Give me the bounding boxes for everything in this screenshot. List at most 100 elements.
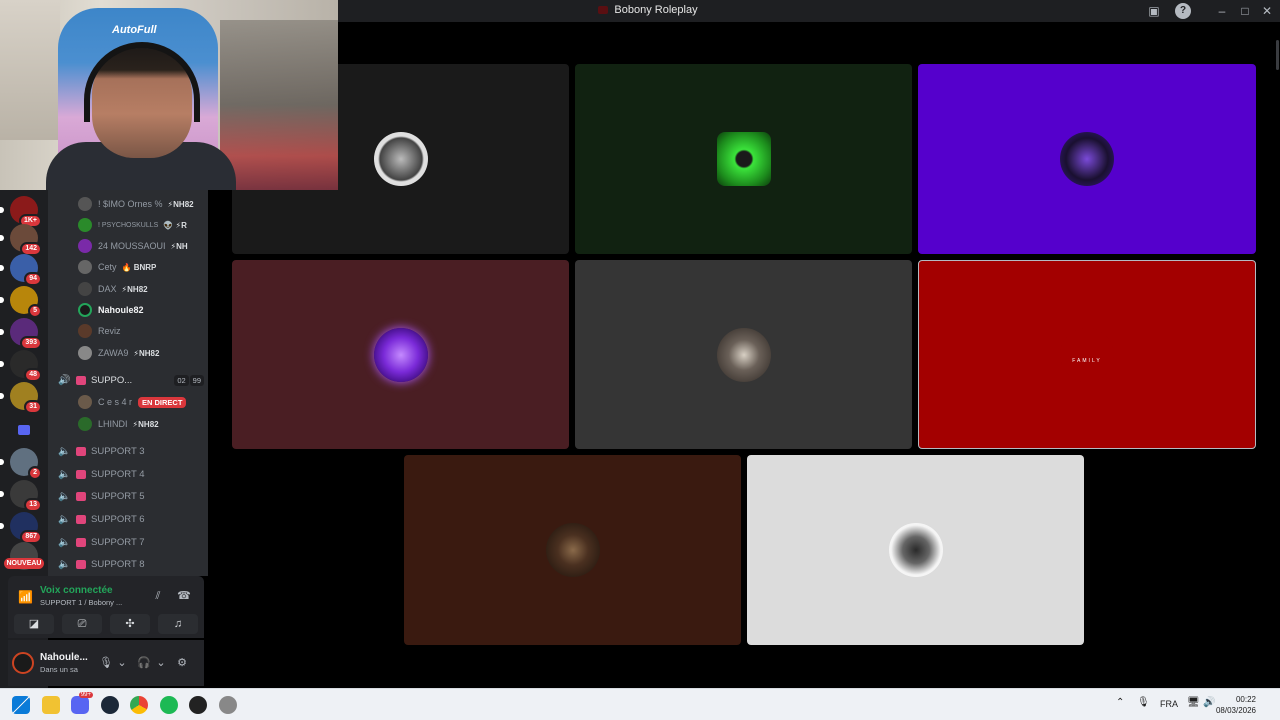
user-name[interactable]: Nahoule... [40, 652, 88, 663]
voice-channel-active[interactable]: 🔊 SUPPO... 02 99 [58, 369, 204, 391]
microphone-icon[interactable]: 🎙 [1137, 697, 1150, 708]
member-tag: ⚡NH82 [133, 348, 160, 358]
start-button[interactable] [12, 696, 30, 714]
avatar[interactable] [12, 652, 34, 674]
network-icon[interactable]: 🖥 [1187, 697, 1200, 708]
avatar [78, 282, 92, 296]
channel-emoji-icon [76, 491, 86, 501]
participant-avatar [1060, 132, 1114, 186]
unread-badge: 94 [24, 272, 42, 286]
server-icon[interactable]: 1K+ [0, 196, 42, 228]
video-tile[interactable] [232, 260, 569, 449]
volume-icon[interactable]: 🔊 [1203, 697, 1215, 708]
maximize-button[interactable]: □ [1237, 3, 1253, 19]
server-icon[interactable]: 48 [0, 350, 42, 382]
member-item[interactable]: Reviz [78, 321, 121, 341]
video-tile[interactable] [404, 455, 741, 645]
speaker-icon: 🔈 [58, 536, 71, 548]
channel-emoji-icon [76, 559, 86, 569]
voice-channel[interactable]: 🔈 SUPPORT 6 [58, 508, 204, 530]
member-item[interactable]: ZAWA9 ⚡NH82 [78, 343, 159, 363]
member-item[interactable]: 24 MOUSSAOUI ⚡NH [78, 236, 188, 256]
video-tile-selected[interactable]: FAMILY [918, 260, 1256, 449]
avatar [78, 346, 92, 360]
chevron-up-icon[interactable]: ⌃ [1116, 697, 1124, 708]
microphone-icon[interactable]: 🎙 [98, 655, 114, 671]
chevron-down-icon[interactable]: ⌄ [153, 655, 169, 671]
member-name: C e s 4 r [98, 397, 133, 407]
video-tile[interactable] [918, 64, 1256, 254]
file-explorer-icon[interactable] [42, 696, 60, 714]
user-limit-max: 99 [189, 374, 204, 386]
member-tag: ⚡NH82 [167, 199, 194, 209]
server-icon[interactable]: 31 [0, 382, 42, 414]
signal-icon[interactable]: 📶 [18, 590, 33, 604]
headphones-icon[interactable]: 🎧 [136, 655, 152, 671]
voice-location[interactable]: SUPPORT 1 / Bobony ... [40, 598, 122, 607]
user-status: Dans un sa [40, 665, 78, 674]
voice-channel[interactable]: 🔈 SUPPORT 8 [58, 553, 204, 575]
member-tag: ⚡NH82 [121, 284, 148, 294]
speaker-icon: 🔈 [58, 558, 71, 570]
user-panel: Nahoule... Dans un sa 🎙 ⌄ 🎧 ⌄ ⚙ [8, 640, 204, 686]
discord-icon[interactable]: 99+ [71, 692, 93, 714]
scrollbar[interactable] [1276, 40, 1279, 70]
voice-status-panel: 📶 Voix connectée SUPPORT 1 / Bobony ... … [8, 576, 204, 638]
video-tile[interactable] [747, 455, 1084, 645]
unread-badge: 31 [24, 400, 42, 414]
noise-suppression-icon[interactable]: ⫽ [150, 588, 166, 604]
voice-channel[interactable]: 🔈 SUPPORT 5 [58, 485, 204, 507]
server-icon[interactable]: 13 [0, 480, 42, 512]
inbox-icon[interactable]: ▣ [1146, 3, 1162, 19]
speaker-icon: 🔈 [58, 445, 71, 457]
minimize-button[interactable]: – [1214, 3, 1230, 19]
live-badge: EN DIRECT [138, 396, 187, 408]
folder-icon[interactable] [18, 425, 30, 435]
member-name: ! $IMO Ornes % [98, 199, 163, 209]
voice-channel[interactable]: 🔈 SUPPORT 3 [58, 440, 204, 462]
video-tile[interactable] [575, 64, 912, 254]
avatar [78, 417, 92, 431]
screen-share-button[interactable]: ⎚ [62, 614, 102, 634]
spotify-icon[interactable] [160, 696, 178, 714]
settings-gear-icon[interactable]: ⚙ [174, 655, 190, 671]
server-icon[interactable]: 393 [0, 318, 42, 350]
server-icon[interactable]: 867 [0, 512, 42, 544]
member-item[interactable]: C e s 4 r EN DIRECT [78, 392, 187, 412]
voice-status[interactable]: Voix connectée [40, 585, 113, 596]
disconnect-icon[interactable]: ☎ [176, 588, 192, 604]
server-icon[interactable]: 5 [0, 286, 42, 318]
participant-avatar [716, 132, 771, 186]
unread-badge: 5 [28, 304, 42, 318]
member-tag: 👽 ⚡R [163, 220, 187, 230]
steam-icon[interactable] [101, 696, 119, 714]
member-item[interactable]: ! PSYCHOSKULLS 👽 ⚡R [78, 215, 187, 235]
member-item[interactable]: DAX ⚡NH82 [78, 279, 148, 299]
close-button[interactable]: ✕ [1259, 3, 1275, 19]
unread-badge: 48 [24, 368, 42, 382]
voice-channel[interactable]: 🔈 SUPPORT 7 [58, 531, 204, 553]
clock[interactable]: 00:22 08/03/2026 [1216, 694, 1256, 716]
soundboard-button[interactable]: ♫ [158, 614, 198, 634]
member-item-self[interactable]: Nahoule82 [78, 300, 144, 320]
activities-button[interactable]: ✣ [110, 614, 150, 634]
help-icon[interactable]: ? [1175, 3, 1191, 19]
language-indicator[interactable]: FRA [1160, 699, 1178, 709]
member-item[interactable]: ! $IMO Ornes % ⚡NH82 [78, 194, 194, 214]
camera-off-button[interactable]: ◪ [14, 614, 54, 634]
unread-badge: 393 [20, 336, 42, 350]
channel-emoji-icon [76, 469, 86, 479]
video-tile[interactable] [575, 260, 912, 449]
server-icon[interactable]: 142 [0, 224, 42, 256]
avatar [78, 239, 92, 253]
chrome-icon[interactable] [130, 696, 148, 714]
settings-icon[interactable] [219, 696, 237, 714]
app-icon[interactable] [189, 696, 207, 714]
avatar [78, 303, 92, 317]
server-icon[interactable]: 2 [0, 448, 42, 480]
member-item[interactable]: LHINDI ⚡NH82 [78, 414, 159, 434]
chevron-down-icon[interactable]: ⌄ [114, 655, 130, 671]
server-icon[interactable]: 94 [0, 254, 42, 286]
member-item[interactable]: Cety 🔥 BNRP [78, 257, 156, 277]
voice-channel[interactable]: 🔈 SUPPORT 4 [58, 463, 204, 485]
